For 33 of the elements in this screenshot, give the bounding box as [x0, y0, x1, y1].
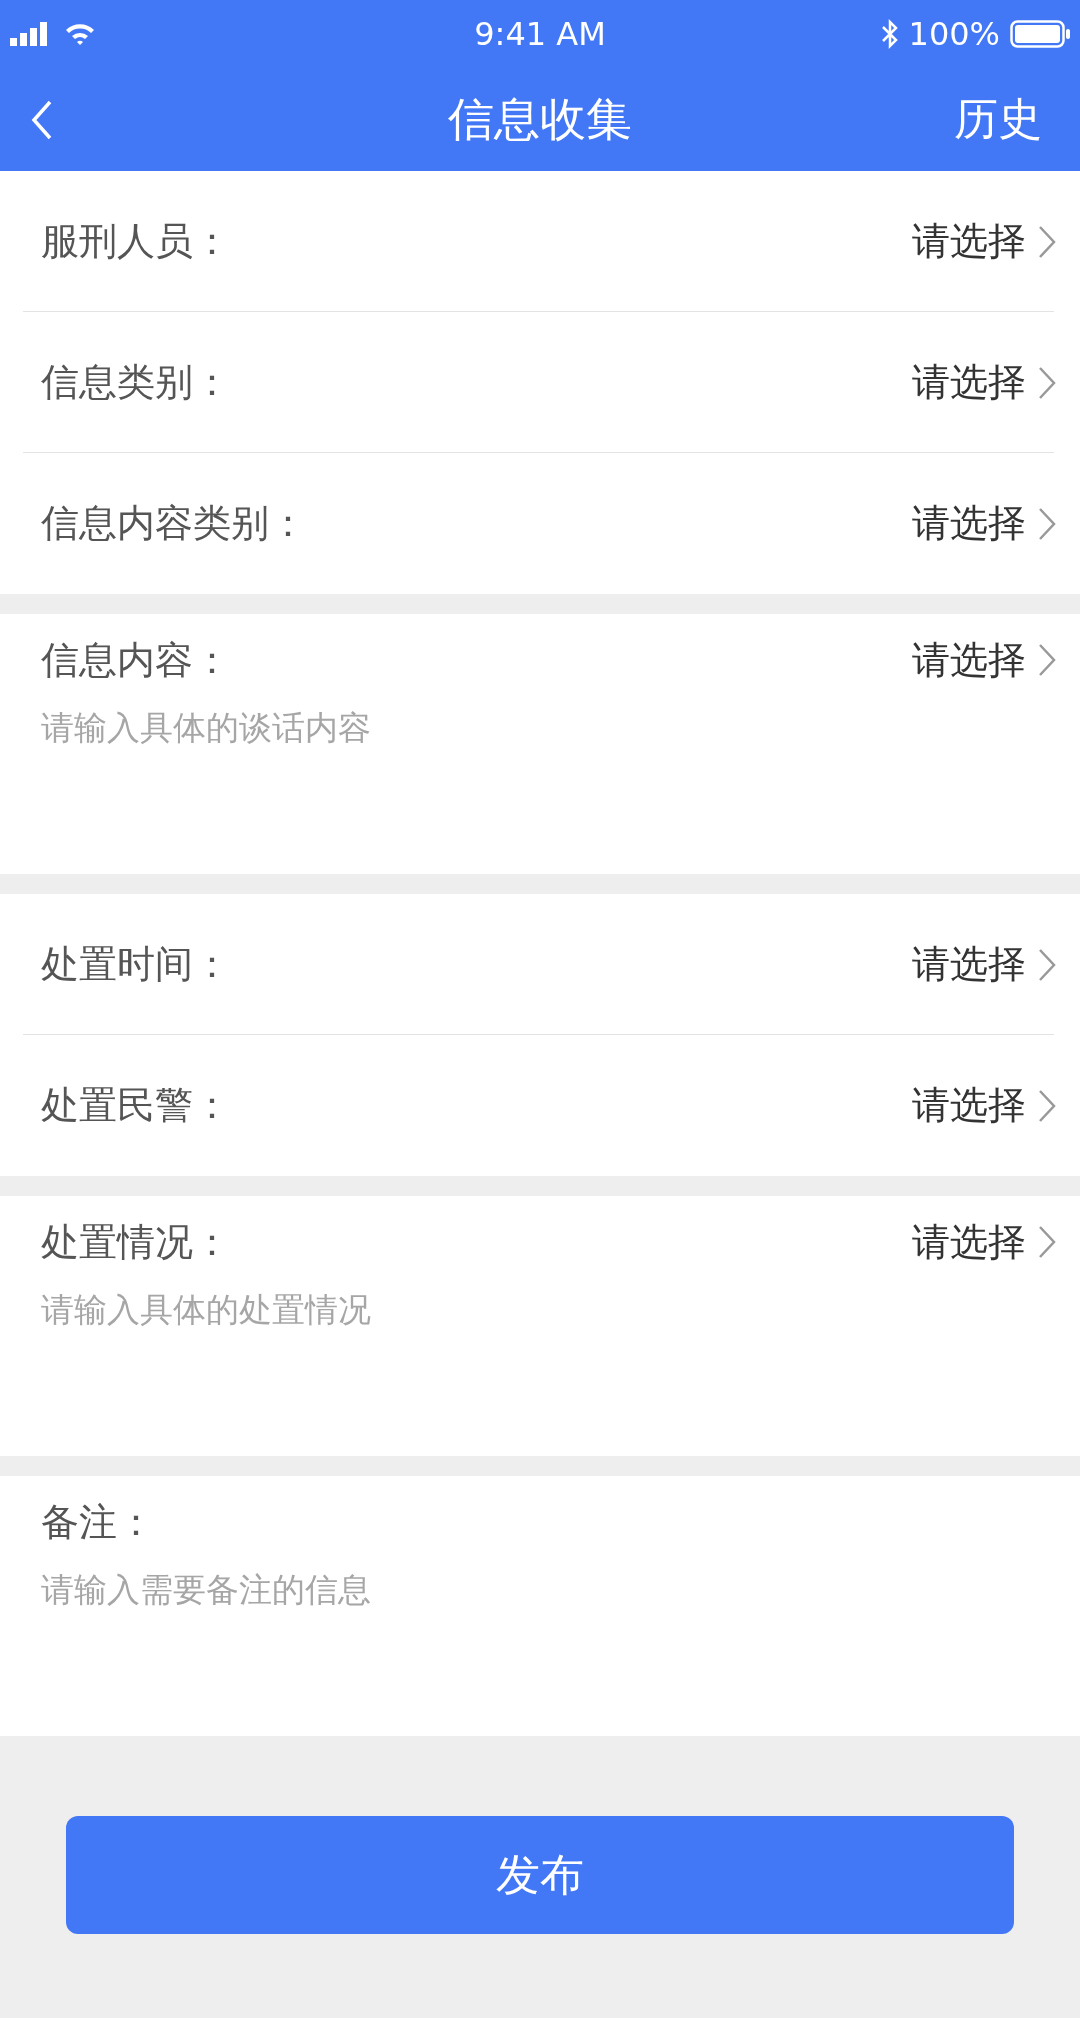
select-button[interactable]: 请选择	[912, 498, 1026, 549]
field-label: 处置民警：	[41, 1082, 232, 1129]
select-button[interactable]: 请选择	[912, 357, 1026, 408]
chevron-icon	[1038, 1088, 1056, 1123]
page-title: 信息收集	[448, 90, 632, 148]
select-button[interactable]: 请选择	[912, 1080, 1026, 1131]
text-area[interactable]: 请输入具体的处置情况	[0, 1268, 1080, 1456]
select-button[interactable]: 请选择	[912, 634, 1026, 686]
field-label: 处置时间：	[41, 941, 232, 988]
text-area[interactable]: 请输入具体的谈话内容	[0, 686, 1080, 874]
battery-icon	[1010, 20, 1070, 48]
field-label: 信息内容：	[41, 636, 232, 684]
bluetooth-icon	[880, 18, 899, 50]
chevron-icon	[1038, 365, 1056, 400]
chevron-icon	[1038, 643, 1056, 677]
history-button[interactable]: 历史	[954, 90, 1042, 149]
field-label: 信息类别：	[41, 359, 232, 406]
status-time: 9:41 AM	[473, 15, 607, 53]
field-label: 信息内容类别：	[41, 500, 308, 547]
field-label: 处置情况：	[41, 1218, 232, 1266]
chevron-icon	[1038, 947, 1056, 982]
battery-percent: 100%	[908, 15, 1000, 53]
select-button[interactable]: 请选择	[912, 1216, 1026, 1268]
text-area[interactable]: 请输入需要备注的信息	[0, 1548, 1080, 1736]
chevron-icon	[1038, 224, 1056, 259]
select-button[interactable]: 请选择	[912, 939, 1026, 990]
select-button[interactable]: 请选择	[912, 216, 1026, 267]
chevron-icon	[1038, 1225, 1056, 1259]
publish-button[interactable]: 发布	[66, 1816, 1014, 1934]
field-label: 备注：	[41, 1498, 156, 1546]
field-label: 服刑人员：	[41, 218, 232, 265]
chevron-icon	[1038, 506, 1056, 541]
wifi-icon	[64, 22, 96, 46]
